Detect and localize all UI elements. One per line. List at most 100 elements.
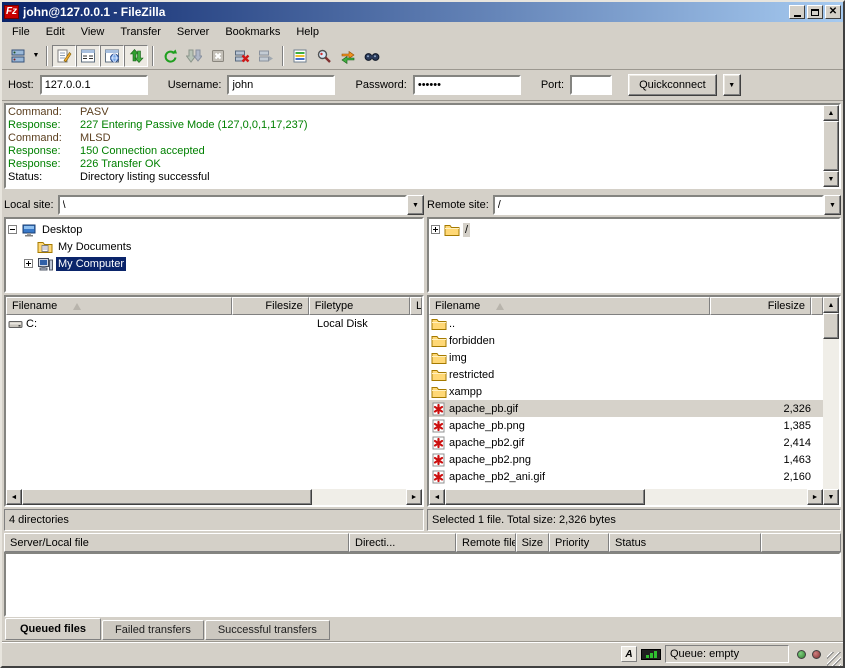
scroll-thumb[interactable] — [823, 121, 839, 171]
close-button[interactable]: ✕ — [825, 5, 841, 19]
title-bar: Fz john@127.0.0.1 - FileZilla ✕ — [2, 2, 843, 22]
menu-file[interactable]: File — [4, 24, 38, 40]
scroll-right-icon[interactable]: ► — [807, 489, 823, 505]
toggle-message-log-button[interactable] — [52, 45, 76, 67]
compare-directories-button[interactable] — [312, 45, 336, 67]
menu-bookmarks[interactable]: Bookmarks — [217, 24, 288, 40]
column-filesize[interactable]: Filesize — [710, 297, 811, 315]
local-site-dropdown[interactable]: ▼ — [407, 195, 424, 215]
scroll-thumb[interactable] — [22, 489, 312, 505]
column-filesize[interactable]: Filesize — [232, 297, 308, 315]
image-file-icon — [431, 453, 447, 467]
column-server-local-file[interactable]: Server/Local file — [4, 533, 349, 552]
username-label: Username: — [168, 79, 222, 91]
column-last-modified[interactable]: L — [410, 297, 422, 315]
disconnect-button[interactable] — [230, 45, 254, 67]
remote-row-apache-pb2-ani-gif[interactable]: apache_pb2_ani.gif 2,160 — [429, 468, 823, 485]
tab-queued-files[interactable]: Queued files — [5, 618, 101, 640]
username-input[interactable] — [227, 75, 335, 95]
column-filename[interactable]: Filename — [429, 297, 710, 315]
remote-row-apache-pb2-gif[interactable]: apache_pb2.gif 2,414 — [429, 434, 823, 451]
toggle-queue-button[interactable] — [124, 45, 148, 67]
queue-list[interactable] — [4, 552, 841, 617]
column-remote-file[interactable]: Remote file — [456, 533, 516, 552]
scroll-right-icon[interactable]: ► — [406, 489, 422, 505]
column-filetype[interactable]: Filetype — [309, 297, 410, 315]
menu-view[interactable]: View — [73, 24, 113, 40]
collapse-icon[interactable] — [8, 225, 17, 234]
message-log: Command:PASV Response:227 Entering Passi… — [4, 103, 841, 189]
scroll-up-icon[interactable]: ▲ — [823, 297, 839, 313]
port-input[interactable] — [570, 75, 612, 95]
scroll-thumb[interactable] — [445, 489, 645, 505]
log-scrollbar[interactable]: ▲ ▼ — [823, 105, 839, 187]
transfer-type-indicator: A — [621, 646, 637, 662]
resize-grip[interactable] — [827, 652, 841, 666]
remote-vertical-scrollbar[interactable]: ▲ ▼ — [823, 297, 839, 505]
site-manager-dropdown[interactable]: ▼ — [30, 45, 42, 67]
column-size[interactable]: Size — [516, 533, 549, 552]
remote-row-restricted[interactable]: restricted — [429, 366, 823, 383]
column-filler — [811, 297, 823, 315]
remote-row-parent-dir[interactable]: .. — [429, 315, 823, 332]
app-icon[interactable]: Fz — [4, 5, 19, 19]
reconnect-button[interactable] — [254, 45, 278, 67]
remote-row-forbidden[interactable]: forbidden — [429, 332, 823, 349]
toggle-local-tree-button[interactable] — [76, 45, 100, 67]
queue-status-panel: Queue: empty — [665, 645, 789, 663]
find-files-button[interactable] — [360, 45, 384, 67]
scroll-left-icon[interactable]: ◄ — [429, 489, 445, 505]
remote-status-text: Selected 1 file. Total size: 2,326 bytes — [432, 514, 616, 526]
column-direction[interactable]: Directi... — [349, 533, 456, 552]
menu-edit[interactable]: Edit — [38, 24, 73, 40]
remote-row-img[interactable]: img — [429, 349, 823, 366]
quickconnect-dropdown[interactable]: ▼ — [723, 74, 741, 96]
quickconnect-button[interactable]: Quickconnect — [628, 74, 717, 96]
expand-icon[interactable] — [24, 259, 33, 268]
cancel-operation-button[interactable] — [206, 45, 230, 67]
scroll-thumb[interactable] — [823, 313, 839, 339]
password-input[interactable] — [413, 75, 521, 95]
remote-site-dropdown[interactable]: ▼ — [824, 195, 841, 215]
toggle-remote-tree-button[interactable] — [100, 45, 124, 67]
minimize-button[interactable] — [789, 5, 805, 19]
tree-item-root[interactable]: / — [431, 221, 837, 238]
local-site-input[interactable] — [58, 195, 407, 215]
refresh-button[interactable] — [158, 45, 182, 67]
remote-site-combo: ▼ — [493, 195, 841, 215]
tree-item-desktop[interactable]: Desktop — [8, 221, 420, 238]
process-queue-button[interactable] — [182, 45, 206, 67]
menu-help[interactable]: Help — [288, 24, 327, 40]
scroll-left-icon[interactable]: ◄ — [6, 489, 22, 505]
synchronized-browsing-button[interactable] — [336, 45, 360, 67]
expand-icon[interactable] — [431, 225, 440, 234]
maximize-button[interactable] — [807, 5, 823, 19]
scroll-down-icon[interactable]: ▼ — [823, 171, 839, 187]
tree-item-my-computer[interactable]: My Computer — [8, 255, 420, 272]
remote-row-apache-pb2-png[interactable]: apache_pb2.png 1,463 — [429, 451, 823, 468]
tree-item-my-documents[interactable]: My Documents — [8, 238, 420, 255]
menu-transfer[interactable]: Transfer — [112, 24, 169, 40]
image-file-icon — [431, 436, 447, 450]
remote-horizontal-scrollbar[interactable]: ◄ ► — [429, 489, 823, 505]
site-manager-button[interactable] — [6, 45, 30, 67]
remote-site-input[interactable] — [493, 195, 824, 215]
remote-row-apache-pb-gif[interactable]: apache_pb.gif 2,326 — [429, 400, 823, 417]
column-filename[interactable]: Filename — [6, 297, 232, 315]
column-priority[interactable]: Priority — [549, 533, 609, 552]
scroll-down-icon[interactable]: ▼ — [823, 489, 839, 505]
local-horizontal-scrollbar[interactable]: ◄ ► — [6, 489, 422, 505]
local-row-c-drive[interactable]: C: Local Disk — [6, 315, 422, 332]
remote-tree: / — [427, 217, 841, 293]
close-icon: ✕ — [829, 7, 837, 17]
tab-successful-transfers[interactable]: Successful transfers — [205, 620, 330, 640]
scroll-up-icon[interactable]: ▲ — [823, 105, 839, 121]
directory-filter-button[interactable] — [288, 45, 312, 67]
log-line: Response:227 Entering Passive Mode (127,… — [8, 119, 821, 132]
host-input[interactable] — [40, 75, 148, 95]
menu-server[interactable]: Server — [169, 24, 217, 40]
tab-failed-transfers[interactable]: Failed transfers — [102, 620, 204, 640]
remote-row-xampp[interactable]: xampp — [429, 383, 823, 400]
remote-row-apache-pb-png[interactable]: apache_pb.png 1,385 — [429, 417, 823, 434]
column-status[interactable]: Status — [609, 533, 761, 552]
